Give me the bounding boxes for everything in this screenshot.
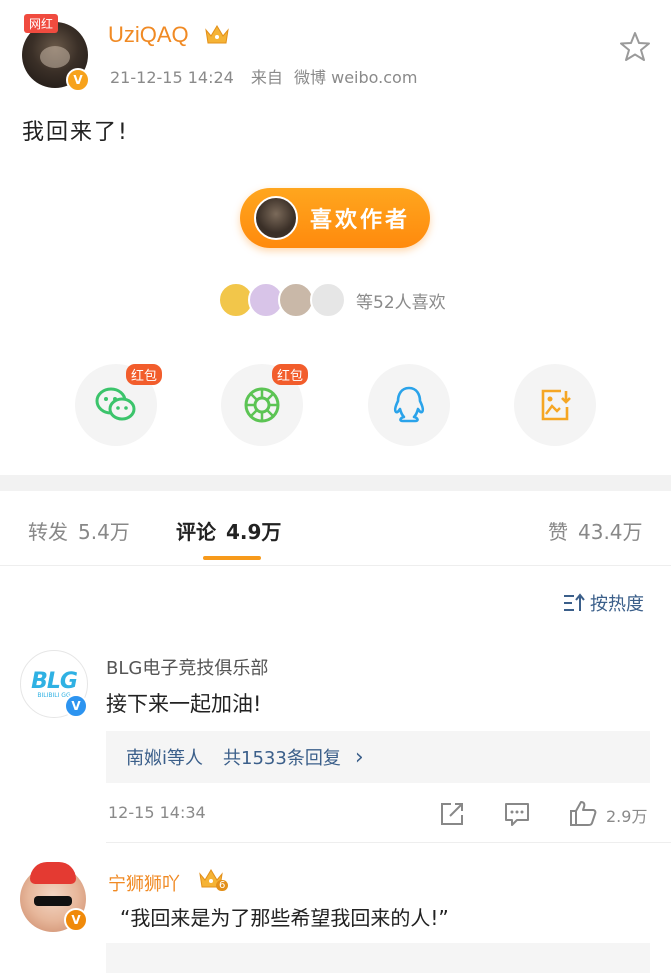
tab-repost-count: 5.4万 — [78, 520, 130, 544]
hongbao-badge: 红包 — [272, 364, 309, 385]
save-image-button[interactable] — [514, 364, 596, 446]
comment-time: 12-15 14:34 — [108, 803, 206, 822]
sort-label: 按热度 — [590, 594, 644, 615]
replies-preview[interactable]: 南娰i等人 共1533条回复 › — [106, 731, 650, 783]
share-comment-icon[interactable] — [438, 800, 466, 828]
sort-by-hot-button[interactable]: 按热度 — [562, 590, 644, 616]
tab-likes-label: 赞 — [548, 520, 568, 544]
likers-count-text[interactable]: 等52人喜欢 — [356, 288, 446, 313]
author-mini-avatar — [254, 196, 298, 240]
reply-comment-icon[interactable] — [503, 800, 531, 828]
post-source[interactable]: 微博 weibo.com — [294, 68, 417, 87]
like-author-label: 喜欢作者 — [310, 208, 411, 233]
comment-text: “我回来是为了那些希望我回来的人!” — [120, 906, 449, 930]
verified-badge: V — [66, 68, 90, 92]
crown-icon — [204, 22, 230, 51]
post-meta: 21-12-15 14:24 来自 微博 weibo.com — [110, 64, 417, 88]
tab-repost[interactable]: 转发 5.4万 — [28, 516, 130, 545]
favorite-star-icon[interactable] — [618, 30, 652, 64]
liker-avatar — [310, 282, 346, 318]
liker-avatar — [278, 282, 314, 318]
tabs-divider — [0, 565, 671, 566]
author-username[interactable]: UziQAQ — [108, 22, 189, 48]
wanghong-badge: 网红 — [24, 14, 59, 33]
sort-icon — [564, 593, 585, 611]
tab-comments[interactable]: 评论 4.9万 — [176, 516, 281, 545]
commenter-name[interactable]: BLG电子竞技俱乐部 — [106, 654, 268, 680]
comment-text: 接下来一起加油! — [106, 692, 262, 716]
section-separator — [0, 475, 671, 491]
active-tab-indicator — [203, 556, 261, 560]
comment-like-count: 2.9万 — [606, 807, 648, 826]
share-qq-button[interactable] — [368, 364, 450, 446]
like-author-button[interactable]: 喜欢作者 — [240, 188, 430, 248]
chevron-right-icon: › — [354, 744, 364, 770]
comment-divider — [106, 842, 671, 843]
verified-badge: V — [64, 908, 88, 932]
wechat-icon — [95, 387, 136, 421]
hongbao-badge: 红包 — [126, 364, 163, 385]
post-content: 我回来了! — [22, 120, 129, 145]
save-image-icon — [541, 389, 571, 421]
verified-badge: V — [64, 694, 88, 718]
replies-preview[interactable] — [106, 943, 650, 973]
thumbs-up-icon[interactable] — [568, 798, 597, 826]
moments-icon — [244, 387, 280, 423]
tab-comments-label: 评论 — [176, 520, 216, 544]
tab-likes-count: 43.4万 — [578, 520, 643, 544]
tab-comments-count: 4.9万 — [226, 520, 282, 544]
reply-count[interactable]: 共1533条回复 — [223, 744, 341, 770]
commenter-name[interactable]: 宁狮狮吖 — [108, 870, 180, 896]
reply-users[interactable]: 南娰i等人 — [126, 744, 203, 770]
post-datetime: 21-12-15 14:24 — [110, 68, 234, 87]
blg-logo: BLG — [31, 669, 78, 694]
tab-repost-label: 转发 — [28, 520, 68, 544]
qq-icon — [393, 386, 425, 423]
tab-likes[interactable]: 赞 43.4万 — [548, 516, 643, 545]
source-prefix: 来自 — [250, 68, 283, 87]
